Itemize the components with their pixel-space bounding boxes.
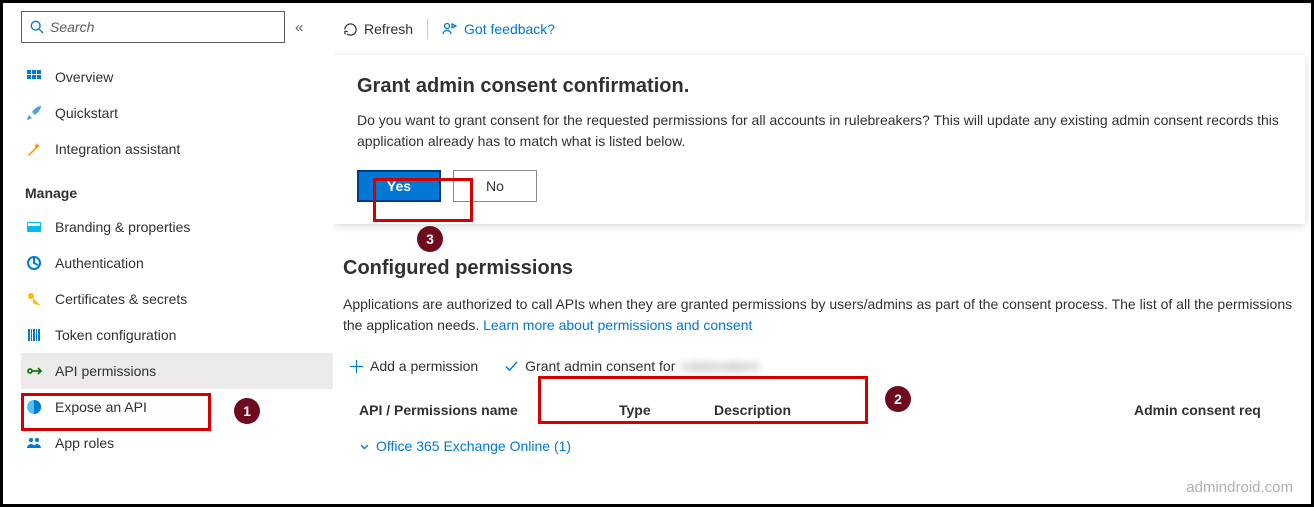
api-icon	[25, 362, 43, 380]
search-input[interactable]	[50, 19, 276, 35]
nav-label: Authentication	[55, 255, 144, 271]
configured-permissions-title: Configured permissions	[343, 257, 1311, 280]
nav-label: API permissions	[55, 363, 156, 379]
sidebar-item-branding[interactable]: Branding & properties	[21, 209, 333, 245]
nav-label: Certificates & secrets	[55, 291, 187, 307]
toolbar-divider	[427, 19, 428, 39]
expose-icon	[25, 398, 43, 416]
add-permission-button[interactable]: Add a permission	[349, 358, 478, 374]
permissions-table-header: API / Permissions name Type Description …	[343, 396, 1311, 428]
main-content: Refresh Got feedback? Grant admin consen…	[333, 3, 1311, 504]
sidebar-item-integration-assistant[interactable]: Integration assistant	[21, 131, 333, 167]
nav-label: Expose an API	[55, 399, 147, 415]
branding-icon	[25, 218, 43, 236]
check-icon	[504, 359, 519, 374]
token-icon	[25, 326, 43, 344]
no-button[interactable]: No	[453, 170, 537, 202]
consent-dialog: Grant admin consent confirmation. Do you…	[333, 55, 1305, 224]
configured-permissions-desc: Applications are authorized to call APIs…	[343, 294, 1311, 336]
annotation-badge-3: 3	[417, 226, 443, 252]
col-header-api: API / Permissions name	[359, 402, 619, 418]
nav-label: Token configuration	[55, 327, 176, 343]
sidebar-item-api-permissions[interactable]: API permissions	[21, 353, 333, 389]
watermark: admindroid.com	[1186, 479, 1293, 496]
tenant-name-blurred: rulebreakers	[681, 358, 759, 374]
refresh-label: Refresh	[364, 21, 413, 37]
sidebar-item-quickstart[interactable]: Quickstart	[21, 95, 333, 131]
auth-icon	[25, 254, 43, 272]
dialog-title: Grant admin consent confirmation.	[357, 75, 1281, 98]
yes-button[interactable]: Yes	[357, 170, 441, 202]
dialog-text: Do you want to grant consent for the req…	[357, 110, 1281, 152]
search-box[interactable]	[21, 11, 285, 43]
grant-consent-label: Grant admin consent for	[525, 358, 675, 374]
table-row[interactable]: Office 365 Exchange Online (1)	[343, 428, 1311, 458]
grant-admin-consent-button[interactable]: Grant admin consent for rulebreakers	[498, 356, 765, 376]
annotation-badge-2: 2	[885, 386, 911, 412]
sidebar: « Overview Quickstart Integration assistan…	[3, 3, 333, 504]
key-icon	[25, 290, 43, 308]
sidebar-item-certificates[interactable]: Certificates & secrets	[21, 281, 333, 317]
nav-label: Branding & properties	[55, 219, 190, 235]
sidebar-item-authentication[interactable]: Authentication	[21, 245, 333, 281]
search-icon	[30, 20, 44, 34]
section-header-manage: Manage	[25, 185, 333, 201]
wand-icon	[25, 140, 43, 158]
sidebar-item-expose-api[interactable]: Expose an API	[21, 389, 333, 425]
add-permission-label: Add a permission	[370, 358, 478, 374]
overview-icon	[25, 68, 43, 86]
nav-label: App roles	[55, 435, 114, 451]
api-row-label: Office 365 Exchange Online (1)	[376, 438, 571, 454]
nav-label: Quickstart	[55, 105, 118, 121]
feedback-button[interactable]: Got feedback?	[442, 21, 555, 37]
sidebar-item-app-roles[interactable]: App roles	[21, 425, 333, 461]
roles-icon	[25, 434, 43, 452]
rocket-icon	[25, 104, 43, 122]
chevron-down-icon	[359, 441, 370, 452]
annotation-badge-1: 1	[234, 398, 260, 424]
refresh-icon	[343, 22, 358, 37]
col-header-consent: Admin consent req	[1134, 402, 1311, 418]
nav-label: Integration assistant	[55, 141, 180, 157]
toolbar: Refresh Got feedback?	[333, 11, 1311, 47]
refresh-button[interactable]: Refresh	[343, 21, 413, 37]
nav-label: Overview	[55, 69, 113, 85]
col-header-desc: Description	[714, 402, 1134, 418]
sidebar-item-overview[interactable]: Overview	[21, 59, 333, 95]
sidebar-item-token[interactable]: Token configuration	[21, 317, 333, 353]
feedback-label: Got feedback?	[464, 21, 555, 37]
collapse-sidebar-button[interactable]: «	[295, 19, 303, 36]
learn-more-link[interactable]: Learn more about permissions and consent	[483, 317, 752, 333]
api-row-expander[interactable]: Office 365 Exchange Online (1)	[359, 438, 571, 454]
feedback-icon	[442, 21, 458, 37]
col-header-type: Type	[619, 402, 714, 418]
plus-icon	[349, 359, 364, 374]
